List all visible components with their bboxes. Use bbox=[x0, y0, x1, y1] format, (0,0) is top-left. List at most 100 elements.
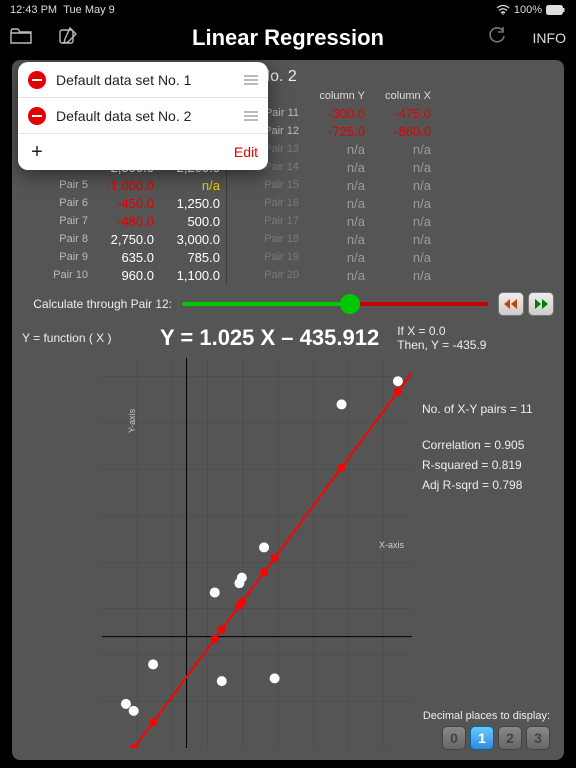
pair-label: Pair 8 bbox=[22, 233, 88, 245]
table-row[interactable]: Pair 6-450.01,250.0 bbox=[22, 194, 220, 212]
info-button[interactable]: INFO bbox=[533, 30, 566, 46]
table-row[interactable]: Pair 17n/an/a bbox=[233, 212, 431, 230]
cell-x: n/a bbox=[365, 160, 431, 175]
cell-x: n/a bbox=[365, 196, 431, 211]
cell-y: n/a bbox=[299, 250, 365, 265]
cell-x: n/a bbox=[365, 178, 431, 193]
step-fwd-button[interactable] bbox=[528, 292, 554, 316]
cell-x: -475.0 bbox=[365, 106, 431, 121]
decimals-row: Decimal places to display: 0123 bbox=[423, 710, 550, 750]
pair-slider[interactable] bbox=[182, 296, 488, 312]
cell-y: n/a bbox=[299, 214, 365, 229]
edit-button[interactable]: Edit bbox=[234, 144, 258, 160]
cell-x: n/a bbox=[365, 250, 431, 265]
slider-caption: Calculate through Pair 12: bbox=[22, 297, 172, 311]
add-icon[interactable]: + bbox=[28, 141, 46, 164]
if-x: If X = 0.0 bbox=[397, 324, 486, 338]
pair-label: Pair 20 bbox=[233, 269, 299, 281]
col-header-y: column Y bbox=[299, 90, 365, 102]
table-row[interactable]: Pair 18n/an/a bbox=[233, 230, 431, 248]
status-time: 12:43 PM Tue May 9 bbox=[10, 4, 115, 16]
wifi-icon bbox=[496, 5, 510, 15]
table-row[interactable]: Pair 9635.0785.0 bbox=[22, 248, 220, 266]
pair-label: Pair 17 bbox=[233, 215, 299, 227]
table-row[interactable]: Pair 16n/an/a bbox=[233, 194, 431, 212]
table-row[interactable]: Pair 15n/an/a bbox=[233, 176, 431, 194]
cell-y: 2,750.0 bbox=[88, 232, 154, 247]
then-y: Then, Y = -435.9 bbox=[397, 338, 486, 352]
cell-x: 500.0 bbox=[154, 214, 220, 229]
stats-panel: No. of X-Y pairs = 11 Correlation = 0.90… bbox=[422, 402, 533, 492]
decimal-btn-0[interactable]: 0 bbox=[442, 726, 466, 750]
stat-pairs: No. of X-Y pairs = 11 bbox=[422, 402, 533, 416]
refresh-icon[interactable] bbox=[487, 26, 507, 51]
table-row[interactable]: Pair 10960.01,100.0 bbox=[22, 266, 220, 284]
cell-y: n/a bbox=[299, 268, 365, 283]
cell-x: 785.0 bbox=[154, 250, 220, 265]
pair-label: Pair 18 bbox=[233, 233, 299, 245]
drag-handle-icon[interactable] bbox=[244, 75, 258, 85]
decimals-label: Decimal places to display: bbox=[423, 710, 550, 722]
status-bar: 12:43 PM Tue May 9 100% bbox=[0, 0, 576, 20]
pair-label: Pair 7 bbox=[22, 215, 88, 227]
page-title: Linear Regression bbox=[192, 25, 384, 51]
decimal-btn-3[interactable]: 3 bbox=[526, 726, 550, 750]
drag-handle-icon[interactable] bbox=[244, 111, 258, 121]
nav-bar: Linear Regression INFO bbox=[0, 20, 576, 56]
decimal-btn-2[interactable]: 2 bbox=[498, 726, 522, 750]
cell-y: -725.0 bbox=[299, 124, 365, 139]
cell-y: n/a bbox=[299, 142, 365, 157]
folder-icon[interactable] bbox=[10, 27, 32, 50]
step-back-button[interactable] bbox=[498, 292, 524, 316]
decimal-btn-1[interactable]: 1 bbox=[470, 726, 494, 750]
equation-lhs: Y = function ( X ) bbox=[22, 331, 142, 345]
pair-label: Pair 15 bbox=[233, 179, 299, 191]
slider-row: Calculate through Pair 12: bbox=[22, 292, 554, 316]
dataset-list-item[interactable]: Default data set No. 1 bbox=[18, 62, 268, 98]
pair-label: Pair 19 bbox=[233, 251, 299, 263]
dataset-popover: Default data set No. 1 Default data set … bbox=[18, 62, 268, 170]
cell-y: -1,000.0 bbox=[88, 178, 154, 193]
pair-label: Pair 16 bbox=[233, 197, 299, 209]
dataset-add-row: + Edit bbox=[18, 134, 268, 170]
table-row[interactable]: Pair 7-480.0500.0 bbox=[22, 212, 220, 230]
cell-y: -300.0 bbox=[299, 106, 365, 121]
cell-y: n/a bbox=[299, 178, 365, 193]
cell-y: n/a bbox=[299, 196, 365, 211]
cell-x: 3,000.0 bbox=[154, 232, 220, 247]
cell-y: -450.0 bbox=[88, 196, 154, 211]
pair-label: Pair 10 bbox=[22, 269, 88, 281]
stat-rsq: R-squared = 0.819 bbox=[422, 458, 533, 472]
equation-row: Y = function ( X ) Y = 1.025 X – 435.912… bbox=[22, 324, 554, 352]
cell-x: n/a bbox=[154, 178, 220, 193]
compose-icon[interactable] bbox=[58, 26, 78, 51]
dataset-item-label: Default data set No. 2 bbox=[56, 108, 234, 124]
stat-corr: Correlation = 0.905 bbox=[422, 438, 533, 452]
cell-x: 1,250.0 bbox=[154, 196, 220, 211]
delete-icon[interactable] bbox=[28, 71, 46, 89]
table-row[interactable]: Pair 19n/an/a bbox=[233, 248, 431, 266]
table-row[interactable]: Pair 20n/an/a bbox=[233, 266, 431, 284]
cell-x: n/a bbox=[365, 214, 431, 229]
cell-x: n/a bbox=[365, 232, 431, 247]
dataset-list-item[interactable]: Default data set No. 2 bbox=[18, 98, 268, 134]
battery-icon bbox=[546, 5, 566, 15]
battery-pct: 100% bbox=[514, 4, 542, 16]
equation-text: Y = 1.025 X – 435.912 bbox=[160, 325, 379, 351]
cell-y: n/a bbox=[299, 232, 365, 247]
x-axis-label: X-axis bbox=[379, 540, 404, 550]
cell-y: 635.0 bbox=[88, 250, 154, 265]
scatter-chart: Y-axis X-axis bbox=[102, 358, 412, 748]
cell-y: n/a bbox=[299, 160, 365, 175]
pair-label: Pair 5 bbox=[22, 179, 88, 191]
delete-icon[interactable] bbox=[28, 107, 46, 125]
dataset-item-label: Default data set No. 1 bbox=[56, 72, 234, 88]
table-row[interactable]: Pair 82,750.03,000.0 bbox=[22, 230, 220, 248]
cell-x: 1,100.0 bbox=[154, 268, 220, 283]
pair-label: Pair 6 bbox=[22, 197, 88, 209]
cell-x: -860.0 bbox=[365, 124, 431, 139]
stat-adj: Adj R-sqrd = 0.798 bbox=[422, 478, 533, 492]
table-row[interactable]: Pair 5-1,000.0n/a bbox=[22, 176, 220, 194]
cell-x: n/a bbox=[365, 142, 431, 157]
pair-label: Pair 9 bbox=[22, 251, 88, 263]
